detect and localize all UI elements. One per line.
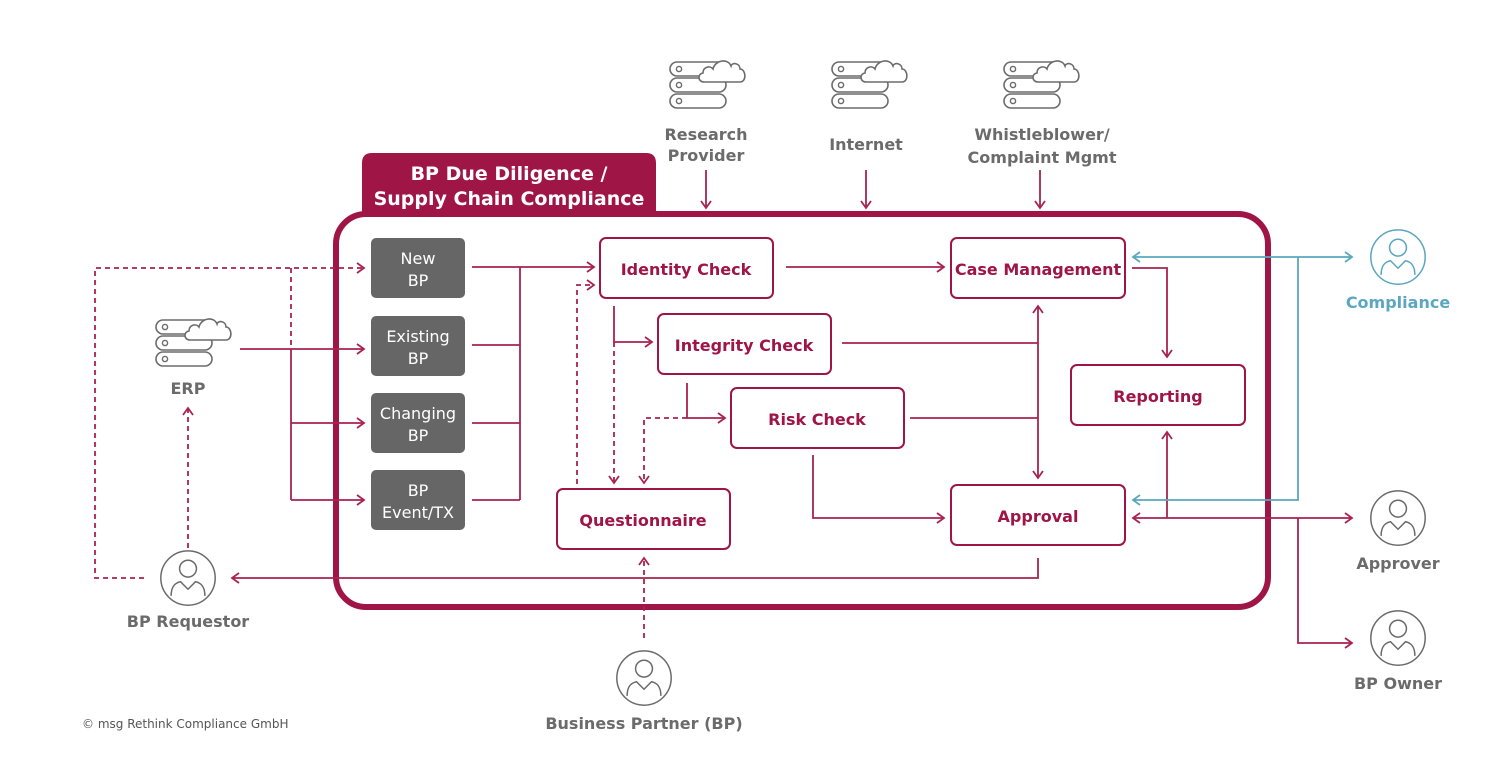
box-label: Approval — [998, 507, 1079, 526]
box-risk-check[interactable]: Risk Check — [730, 387, 905, 449]
box-integrity-check[interactable]: Integrity Check — [657, 313, 832, 375]
server-cloud-icon — [831, 60, 908, 109]
title-line-2: Supply Chain Compliance — [374, 188, 645, 210]
box-label: Risk Check — [768, 410, 866, 429]
arrow-risk-approval — [812, 455, 946, 524]
server-cloud-icon — [155, 318, 232, 367]
user-icon — [160, 550, 216, 606]
input-label: BP — [408, 481, 429, 500]
actor-label: Approver — [1356, 554, 1439, 573]
input-new-bp[interactable]: New BP — [371, 238, 465, 298]
input-label: Existing — [386, 327, 449, 346]
user-icon — [616, 650, 672, 706]
actor-label: BP Requestor — [127, 612, 250, 631]
source-research-provider[interactable]: Research Provider — [664, 60, 748, 165]
actor-bp-requestor[interactable]: BP Requestor — [127, 550, 250, 631]
input-existing-bp[interactable]: Existing BP — [371, 316, 465, 376]
actor-label: Compliance — [1346, 293, 1451, 312]
source-label: Complaint Mgmt — [968, 148, 1117, 167]
user-icon — [1370, 610, 1426, 666]
title-line-1: BP Due Diligence / — [411, 163, 608, 185]
box-label: Questionnaire — [579, 511, 706, 530]
arrow-case-reporting — [1132, 267, 1173, 359]
source-label: Provider — [668, 146, 745, 165]
arrow-integrity-risk — [686, 383, 727, 424]
actor-bp-owner[interactable]: BP Owner — [1354, 610, 1442, 693]
input-bp-event-tx[interactable]: BP Event/TX — [371, 470, 465, 530]
box-identity-check[interactable]: Identity Check — [599, 237, 774, 299]
source-internet[interactable]: Internet — [829, 60, 908, 154]
input-label: BP — [408, 349, 429, 368]
box-case-management[interactable]: Case Management — [950, 237, 1126, 299]
source-label: Internet — [829, 135, 903, 154]
actor-business-partner[interactable]: Business Partner (BP) — [545, 650, 743, 733]
arrow-identity-integrity — [613, 306, 654, 348]
box-approval[interactable]: Approval — [950, 484, 1126, 546]
box-label: Identity Check — [621, 260, 752, 279]
actor-compliance[interactable]: Compliance — [1346, 229, 1451, 312]
arrow-bp-owner — [1297, 518, 1354, 649]
source-whistleblower[interactable]: Whistleblower/ Complaint Mgmt — [968, 60, 1117, 167]
erp-label: ERP — [171, 379, 206, 398]
input-changing-bp[interactable]: Changing BP — [371, 393, 465, 453]
arrow-approval-requestor — [230, 558, 1039, 584]
input-label: BP — [408, 426, 429, 445]
box-label: Integrity Check — [675, 336, 814, 355]
source-label: Research — [664, 125, 747, 144]
user-icon — [1370, 229, 1426, 285]
input-label: Event/TX — [382, 503, 454, 522]
actor-approver[interactable]: Approver — [1356, 490, 1440, 573]
erp-source[interactable]: ERP — [155, 318, 232, 398]
input-label: New — [401, 249, 436, 268]
user-icon — [1370, 490, 1426, 546]
actor-label: BP Owner — [1354, 674, 1442, 693]
dashed-questionnaire-identity — [576, 279, 596, 484]
copyright-text: © msg Rethink Compliance GmbH — [82, 717, 288, 731]
server-cloud-icon — [669, 60, 746, 109]
actor-label: Business Partner (BP) — [545, 714, 742, 733]
box-label: Reporting — [1113, 387, 1202, 406]
dashed-risk-questionnaire — [638, 417, 687, 485]
box-label: Case Management — [955, 260, 1122, 279]
server-cloud-icon — [1003, 60, 1080, 109]
input-label: BP — [408, 271, 429, 290]
box-reporting[interactable]: Reporting — [1070, 364, 1246, 426]
box-questionnaire[interactable]: Questionnaire — [556, 488, 731, 550]
supply-chain-compliance-diagram: BP Due Diligence / Supply Chain Complian… — [82, 60, 1451, 733]
input-label: Changing — [380, 404, 456, 423]
source-label: Whistleblower/ — [974, 125, 1109, 144]
